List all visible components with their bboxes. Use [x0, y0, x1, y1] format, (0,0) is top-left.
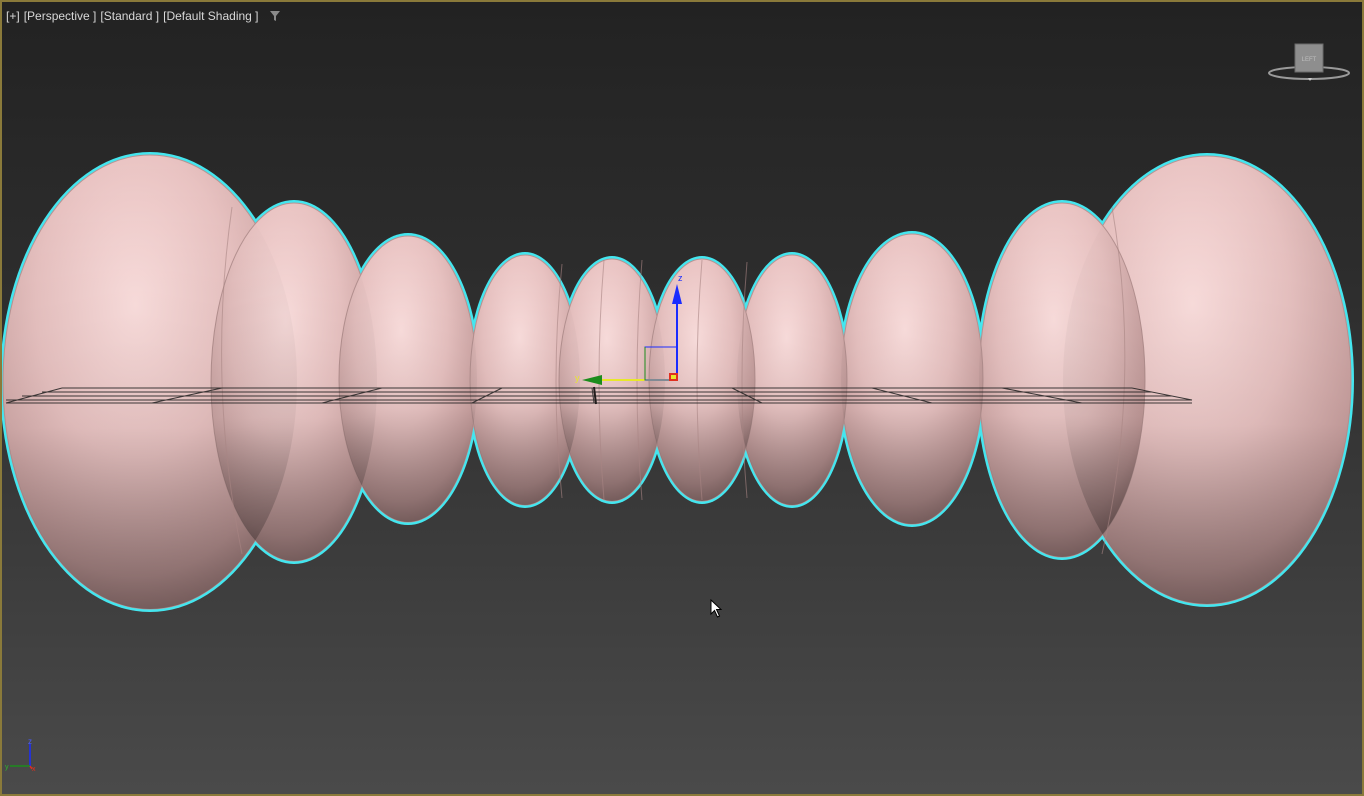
mouse-cursor-icon — [710, 599, 723, 618]
funnel-filter-icon[interactable] — [269, 10, 281, 22]
viewport-general-menu[interactable]: [+] — [6, 9, 20, 23]
viewport-label-menu: [+] [Perspective ] [Standard ] [Default … — [6, 9, 281, 23]
viewcube-face-label: LEFT — [1302, 57, 1317, 63]
perspective-viewport[interactable]: z y [+] [Perspective ] [Standard ] [Defa… — [0, 0, 1364, 796]
selected-mesh-object[interactable] — [2, 152, 1354, 612]
viewport-point-of-view-menu[interactable]: [Perspective ] — [24, 9, 97, 23]
tripod-z-label: z — [28, 737, 32, 746]
gizmo-y-label: y — [575, 373, 580, 383]
gizmo-z-label: z — [678, 273, 683, 283]
tripod-x-label: x — [32, 766, 36, 772]
world-axis-tripod: z y x — [5, 737, 36, 772]
scene-canvas[interactable]: z y — [2, 2, 1364, 796]
viewcube[interactable]: LEFT — [1266, 40, 1352, 86]
viewport-renderer-menu[interactable]: [Standard ] — [100, 9, 159, 23]
viewport-shading-menu[interactable]: [Default Shading ] — [163, 9, 258, 23]
tripod-y-label: y — [5, 764, 9, 771]
mesh-shading — [3, 155, 1351, 609]
